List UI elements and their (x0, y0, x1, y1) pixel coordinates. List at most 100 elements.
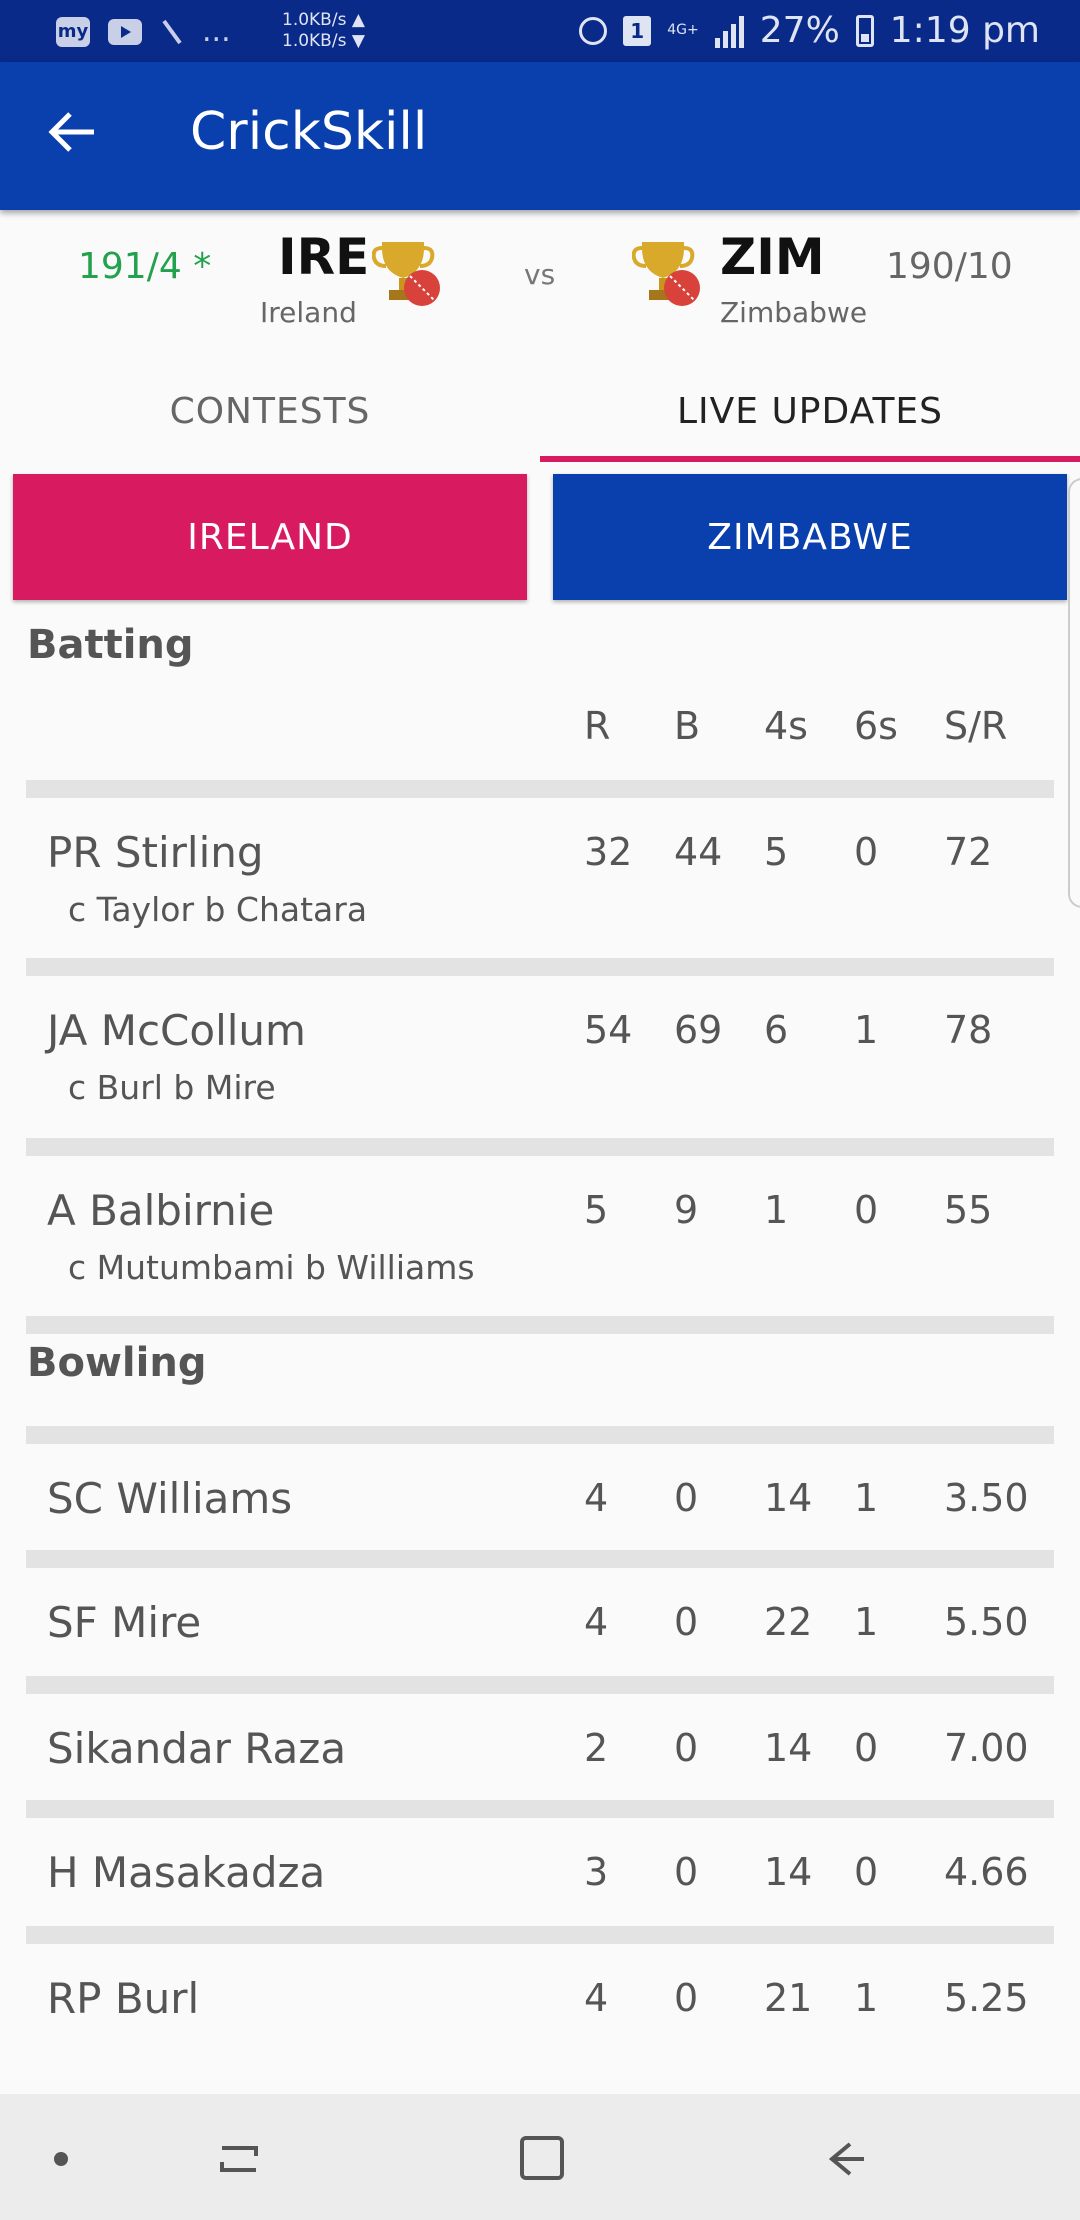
match-score-header: 191/4 * IRE Ireland vs ZIM Zimbabwe 190/… (0, 210, 1080, 360)
system-back-icon[interactable] (820, 2134, 870, 2184)
stat-runs-conceded: 22 (764, 1600, 813, 1644)
col-header-balls: B (674, 704, 701, 748)
col-header-strike-rate: S/R (944, 704, 1008, 748)
stat-fours: 1 (764, 1188, 789, 1232)
batting-section-title: Batting (27, 622, 194, 668)
stat-overs: 3 (584, 1850, 609, 1894)
stat-wickets: 1 (854, 1600, 879, 1644)
trophy-icon (632, 242, 700, 306)
stat-strike-rate: 55 (944, 1188, 993, 1232)
stat-runs: 32 (584, 830, 633, 874)
tab-bar: CONTESTS LIVE UPDATES (0, 360, 1080, 462)
stat-overs: 4 (584, 1600, 609, 1644)
stat-wickets: 0 (854, 1850, 879, 1894)
bowler-name: SC Williams (47, 1474, 293, 1523)
stat-wickets: 0 (854, 1726, 879, 1770)
battery-icon (855, 14, 874, 47)
stat-maidens: 0 (674, 1976, 699, 2020)
alarm-icon (579, 16, 608, 45)
col-header-sixes: 6s (854, 704, 898, 748)
stat-maidens: 0 (674, 1476, 699, 1520)
home-icon[interactable] (520, 2136, 564, 2180)
stat-sixes: 1 (854, 1008, 879, 1052)
stat-balls: 69 (674, 1008, 723, 1052)
stat-wickets: 1 (854, 1976, 879, 2020)
more-notifications-icon: ... (202, 14, 231, 49)
dismissal-text: c Mutumbami b Williams (68, 1248, 475, 1287)
app-title: CrickSkill (190, 102, 428, 162)
system-nav-bar (0, 2094, 1080, 2220)
row-divider (26, 958, 1054, 976)
row-divider (26, 1316, 1054, 1334)
stat-economy: 3.50 (944, 1476, 1029, 1520)
team1-name: Ireland (260, 296, 357, 329)
dismissal-text: c Burl b Mire (68, 1068, 276, 1107)
bowler-name: Sikandar Raza (47, 1724, 347, 1773)
stat-runs: 54 (584, 1008, 633, 1052)
stat-economy: 4.66 (944, 1850, 1029, 1894)
scroll-indicator (1068, 478, 1080, 908)
row-divider (26, 1550, 1054, 1568)
status-bar: my ... 1.0KB/s ▲ 1.0KB/s ▼ 1 4G+ 27% 1:1… (0, 0, 1080, 62)
stat-strike-rate: 72 (944, 830, 993, 874)
network-type: 4G+ (667, 22, 699, 38)
team2-score: 190/10 (886, 246, 1013, 287)
batsman-name: JA McCollum (47, 1006, 306, 1055)
bowler-name: SF Mire (47, 1598, 202, 1647)
sim-slot-badge: 1 (623, 15, 652, 46)
battery-percent: 27% (759, 10, 840, 51)
signal-icon (714, 14, 744, 48)
stat-maidens: 0 (674, 1600, 699, 1644)
vs-label: vs (524, 258, 556, 291)
stat-runs: 5 (584, 1188, 609, 1232)
stat-balls: 44 (674, 830, 723, 874)
batsman-name: PR Stirling (47, 828, 264, 877)
stat-overs: 4 (584, 1476, 609, 1520)
stat-fours: 6 (764, 1008, 789, 1052)
stat-runs-conceded: 14 (764, 1850, 813, 1894)
stat-maidens: 0 (674, 1726, 699, 1770)
stat-sixes: 0 (854, 1188, 879, 1232)
bowler-name: RP Burl (47, 1974, 200, 2023)
team1-code: IRE (278, 228, 370, 286)
stat-economy: 7.00 (944, 1726, 1029, 1770)
row-divider (26, 1138, 1054, 1156)
row-divider (26, 780, 1054, 798)
active-tab-indicator (540, 456, 1080, 462)
stat-economy: 5.25 (944, 1976, 1029, 2020)
bowling-section-title: Bowling (27, 1340, 207, 1386)
col-header-fours: 4s (764, 704, 808, 748)
mytracker-icon: my (56, 16, 90, 47)
zimbabwe-innings-button[interactable]: ZIMBABWE (553, 474, 1067, 600)
stat-wickets: 1 (854, 1476, 879, 1520)
tab-contests[interactable]: CONTESTS (0, 360, 540, 462)
recent-apps-icon[interactable] (214, 2134, 264, 2184)
tab-live-updates[interactable]: LIVE UPDATES (540, 360, 1080, 462)
stat-runs-conceded: 14 (764, 1476, 813, 1520)
stat-economy: 5.50 (944, 1600, 1029, 1644)
stat-sixes: 0 (854, 830, 879, 874)
wifi-call-icon (162, 19, 182, 44)
team1-score: 191/4 * (78, 246, 212, 287)
back-arrow-icon[interactable] (44, 102, 104, 162)
team2-name: Zimbabwe (720, 296, 868, 329)
bowler-name: H Masakadza (47, 1848, 326, 1897)
stat-fours: 5 (764, 830, 789, 874)
trophy-icon (372, 242, 440, 306)
stat-runs-conceded: 14 (764, 1726, 813, 1770)
stat-overs: 2 (584, 1726, 609, 1770)
network-speed: 1.0KB/s ▲ 1.0KB/s ▼ (282, 10, 365, 52)
stat-overs: 4 (584, 1976, 609, 2020)
stat-balls: 9 (674, 1188, 699, 1232)
row-divider (26, 1676, 1054, 1694)
clock: 1:19 pm (889, 10, 1040, 51)
ireland-innings-button[interactable]: IRELAND (13, 474, 527, 600)
upload-speed: 1.0KB/s ▲ (282, 10, 365, 30)
nav-dot-icon[interactable] (54, 2152, 68, 2166)
col-header-runs: R (584, 704, 611, 748)
row-divider (26, 1926, 1054, 1944)
team2-code: ZIM (720, 228, 825, 286)
stat-maidens: 0 (674, 1850, 699, 1894)
youtube-icon (108, 18, 142, 45)
stat-runs-conceded: 21 (764, 1976, 813, 2020)
